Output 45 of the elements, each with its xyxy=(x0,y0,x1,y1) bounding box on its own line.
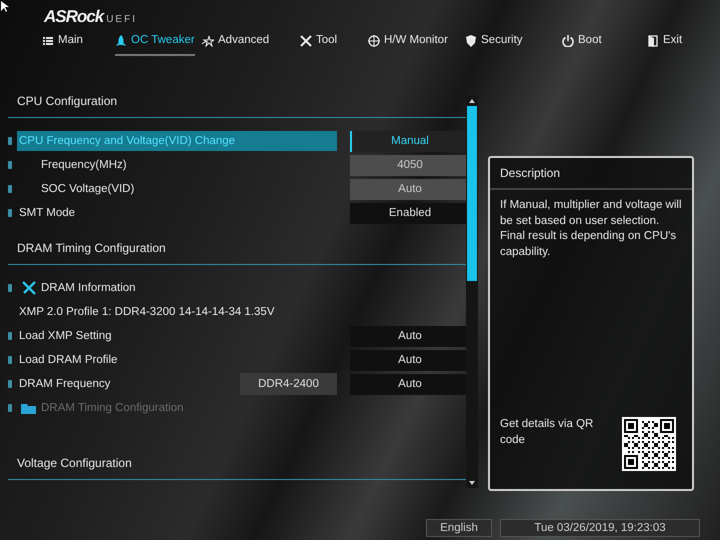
qr-hint: Get details via QR code xyxy=(500,417,594,448)
folder-icon xyxy=(21,402,37,414)
menu-tab[interactable]: OC Tweaker xyxy=(115,32,195,54)
rocket-icon xyxy=(115,34,127,46)
scroll-down-icon[interactable] xyxy=(468,480,476,486)
power-icon xyxy=(562,34,574,46)
description-text: If Manual, multiplier and voltage will be set based on user selection. Final result is depending on CPU's capability. xyxy=(499,198,683,260)
setting-label[interactable]: DRAM Frequency xyxy=(17,374,240,394)
scroll-up-icon[interactable] xyxy=(468,98,476,104)
logo: ASRock xyxy=(44,7,104,26)
profile-info: XMP 2.0 Profile 1: DDR4-3200 14-14-14-34 1.35V xyxy=(18,305,276,320)
mouse-cursor-icon xyxy=(1,1,9,12)
row-marker-icon xyxy=(8,356,12,364)
scroll-thumb[interactable] xyxy=(467,106,477,281)
menu-tab[interactable]: Boot xyxy=(562,32,602,54)
row-marker-icon xyxy=(8,380,12,388)
row-marker-icon xyxy=(8,404,12,412)
logo-suffix: UEFI xyxy=(106,14,137,25)
crosshair-icon xyxy=(368,34,380,46)
exit-door-icon xyxy=(647,34,659,46)
row-marker-icon xyxy=(8,161,12,169)
menu-tab[interactable]: Main xyxy=(42,32,83,54)
description-title: Description xyxy=(490,158,692,190)
qr-code xyxy=(622,417,676,471)
language-button[interactable]: English xyxy=(426,519,492,537)
menu-tab[interactable]: Security xyxy=(465,32,523,54)
shield-icon xyxy=(465,34,477,46)
row-marker-icon xyxy=(8,185,12,193)
menu-tab[interactable]: Tool xyxy=(300,32,338,54)
menu-tab[interactable]: Exit xyxy=(647,32,682,54)
item-label[interactable]: DRAM Information xyxy=(41,278,136,298)
row-marker-icon xyxy=(8,137,12,145)
setting-label[interactable]: SMT Mode xyxy=(17,203,337,223)
menu-tab[interactable]: Advanced xyxy=(202,32,270,54)
date-time[interactable]: Tue 03/26/2019, 19:23:03 xyxy=(500,519,700,537)
row-marker-icon xyxy=(8,284,12,292)
setting-label[interactable]: Load XMP Setting xyxy=(17,326,337,346)
menu-tab[interactable]: H/W Monitor xyxy=(368,32,448,54)
row-marker-icon xyxy=(8,209,12,217)
scrollbar[interactable] xyxy=(466,96,478,488)
star-swoosh-icon xyxy=(202,34,214,46)
list-icon xyxy=(42,34,54,46)
current-value: DDR4-2400 xyxy=(240,373,337,395)
row-marker-icon xyxy=(8,332,12,340)
setting-label[interactable]: Load DRAM Profile xyxy=(17,350,337,370)
